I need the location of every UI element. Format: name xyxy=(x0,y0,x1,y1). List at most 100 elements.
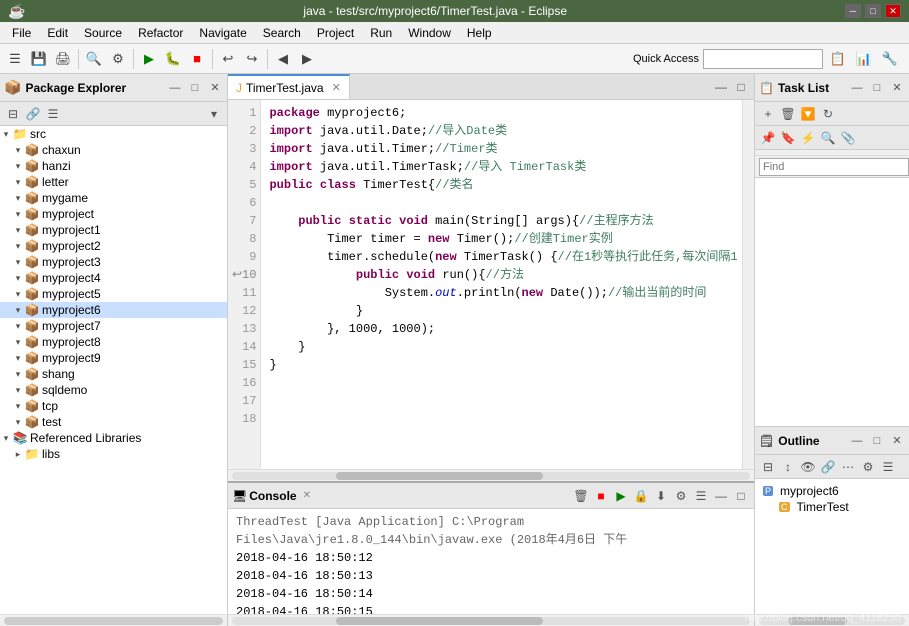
collapse-all-icon[interactable]: ⊟ xyxy=(4,105,22,123)
search-button[interactable]: 🔍 xyxy=(83,48,105,70)
console-minimize-icon[interactable]: — xyxy=(712,487,730,505)
editor-tab-timertest[interactable]: J TimerTest.java ✕ xyxy=(228,74,350,99)
outline-sort-icon[interactable]: ↕ xyxy=(779,458,797,476)
outline-settings-icon[interactable]: ⚙ xyxy=(859,458,877,476)
new-button[interactable]: ☰ xyxy=(4,48,26,70)
task-refresh-icon[interactable]: ↻ xyxy=(819,105,837,123)
tree-item[interactable]: ▾📦test xyxy=(0,414,227,430)
code-content[interactable]: package myproject6;import java.util.Date… xyxy=(261,100,742,469)
console-maximize-icon[interactable]: □ xyxy=(732,487,750,505)
tree-item[interactable]: ▾📦myproject1 xyxy=(0,222,227,238)
navigate-back-button[interactable]: ◀ xyxy=(272,48,294,70)
save-button[interactable]: 💾 xyxy=(28,48,50,70)
undo-button[interactable]: ↩ xyxy=(217,48,239,70)
settings-button[interactable]: ⚙ xyxy=(107,48,129,70)
outline-item[interactable]: C TimerTest xyxy=(759,499,905,515)
redo-button[interactable]: ↪ xyxy=(241,48,263,70)
debug-button[interactable]: 🐛 xyxy=(162,48,184,70)
menu-item-run[interactable]: Run xyxy=(362,24,400,42)
tree-item[interactable]: ▾📦myproject9 xyxy=(0,350,227,366)
perspective-button[interactable]: 📋 xyxy=(827,48,849,70)
task-filter-icon[interactable]: 🔽 xyxy=(799,105,817,123)
menu-item-refactor[interactable]: Refactor xyxy=(130,24,191,42)
tree-item[interactable]: ▸📁libs xyxy=(0,446,227,462)
console-scroll-lock-icon[interactable]: 🔒 xyxy=(632,487,650,505)
editor-maximize-icon[interactable]: □ xyxy=(732,78,750,96)
console-settings-icon[interactable]: ⚙ xyxy=(672,487,690,505)
maximize-panel-button[interactable]: □ xyxy=(187,80,203,96)
menu-item-navigate[interactable]: Navigate xyxy=(191,24,254,42)
outline-minimize[interactable]: — xyxy=(849,433,865,449)
stop-button[interactable]: ■ xyxy=(186,48,208,70)
console-clear-icon[interactable]: 🗑 xyxy=(572,487,590,505)
outline-link-icon[interactable]: 🔗 xyxy=(819,458,837,476)
menu-item-window[interactable]: Window xyxy=(400,24,459,42)
minimize-panel-button[interactable]: — xyxy=(167,80,183,96)
menu-item-help[interactable]: Help xyxy=(459,24,500,42)
tree-item[interactable]: ▾📦myproject xyxy=(0,206,227,222)
maximize-button[interactable]: □ xyxy=(865,4,881,18)
tree-item[interactable]: ▾📦hanzi xyxy=(0,158,227,174)
task-list-minimize[interactable]: — xyxy=(849,80,865,96)
print-button[interactable]: 🖨 xyxy=(52,48,74,70)
console-run-icon[interactable]: ▶ xyxy=(612,487,630,505)
navigate-forward-button[interactable]: ▶ xyxy=(296,48,318,70)
console-scroll-end-icon[interactable]: ⬇ xyxy=(652,487,670,505)
tree-item[interactable]: ▾📦mygame xyxy=(0,190,227,206)
minimize-button[interactable]: ─ xyxy=(845,4,861,18)
task-icon4[interactable]: 🔍 xyxy=(819,129,837,147)
code-editor[interactable]: 123456789↩101112131415161718 package myp… xyxy=(228,100,754,469)
menu-item-source[interactable]: Source xyxy=(76,24,130,42)
menu-item-edit[interactable]: Edit xyxy=(39,24,76,42)
tree-item[interactable]: ▾📦myproject4 xyxy=(0,270,227,286)
tree-item[interactable]: ▾📦tcp xyxy=(0,398,227,414)
outline-expand-icon[interactable]: ☰ xyxy=(879,458,897,476)
tree-item[interactable]: ▾📦myproject8 xyxy=(0,334,227,350)
outline-item[interactable]: P myproject6 xyxy=(759,483,905,499)
pkg-expand-icon[interactable]: ▾ xyxy=(205,105,223,123)
tree-item[interactable]: ▾📦myproject6 xyxy=(0,302,227,318)
link-with-editor-icon[interactable]: 🔗 xyxy=(24,105,42,123)
console-hscroll[interactable] xyxy=(228,614,754,626)
task-icon1[interactable]: 📌 xyxy=(759,129,777,147)
tree-item[interactable]: ▾📦myproject7 xyxy=(0,318,227,334)
console-stop-icon[interactable]: ■ xyxy=(592,487,610,505)
tree-item[interactable]: ▾📦sqldemo xyxy=(0,382,227,398)
pkg-tree-hscroll[interactable] xyxy=(0,614,227,626)
view-button[interactable]: 📊 xyxy=(853,48,875,70)
outline-maximize[interactable]: □ xyxy=(869,433,885,449)
menu-item-file[interactable]: File xyxy=(4,24,39,42)
editor-minimize-icon[interactable]: — xyxy=(712,78,730,96)
menu-item-project[interactable]: Project xyxy=(309,24,362,42)
close-button[interactable]: ✕ xyxy=(885,4,901,18)
tree-item[interactable]: ▾📦chaxun xyxy=(0,142,227,158)
editor-tab-close[interactable]: ✕ xyxy=(332,81,341,94)
outline-more-icon[interactable]: ⋯ xyxy=(839,458,857,476)
tree-item[interactable]: ▾📦shang xyxy=(0,366,227,382)
task-new-icon[interactable]: + xyxy=(759,105,777,123)
task-list-maximize[interactable]: □ xyxy=(869,80,885,96)
task-icon3[interactable]: ⚡ xyxy=(799,129,817,147)
task-delete-icon[interactable]: 🗑 xyxy=(779,105,797,123)
editor-vscroll[interactable] xyxy=(742,100,754,469)
tree-item[interactable]: ▾📦myproject3 xyxy=(0,254,227,270)
quick-access-input[interactable] xyxy=(703,49,823,69)
tree-item[interactable]: ▾📁src xyxy=(0,126,227,142)
editor-hscroll[interactable] xyxy=(228,469,754,481)
tree-item[interactable]: ▾📦myproject5 xyxy=(0,286,227,302)
pkg-menu-icon[interactable]: ☰ xyxy=(44,105,62,123)
task-icon2[interactable]: 🔖 xyxy=(779,129,797,147)
tree-item[interactable]: ▾📦letter xyxy=(0,174,227,190)
console-menu-icon[interactable]: ☰ xyxy=(692,487,710,505)
outline-close[interactable]: ✕ xyxy=(889,433,905,449)
tree-item[interactable]: ▾📚Referenced Libraries xyxy=(0,430,227,446)
task-list-close[interactable]: ✕ xyxy=(889,80,905,96)
tree-item[interactable]: ▾📦myproject2 xyxy=(0,238,227,254)
task-find-input[interactable] xyxy=(759,158,909,176)
menu-item-search[interactable]: Search xyxy=(255,24,309,42)
run-button[interactable]: ▶ xyxy=(138,48,160,70)
outline-collapse-icon[interactable]: ⊟ xyxy=(759,458,777,476)
task-icon5[interactable]: 📎 xyxy=(839,129,857,147)
outline-hide-icon[interactable]: 👁 xyxy=(799,458,817,476)
close-panel-button[interactable]: ✕ xyxy=(207,80,223,96)
